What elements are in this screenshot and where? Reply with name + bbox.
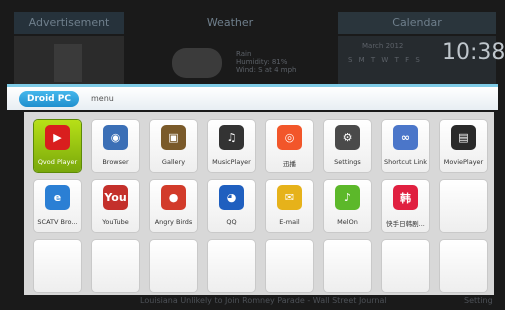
empty-app-slot[interactable] (440, 240, 487, 292)
empty-app-slot[interactable] (34, 240, 81, 292)
cloud-icon (172, 48, 222, 78)
app-label: Settings (334, 158, 361, 166)
app-tile-item-14[interactable]: 韩快手日韩剧... (382, 180, 429, 232)
app-label: Qvod Player (37, 158, 78, 166)
empty-app-slot[interactable] (440, 180, 487, 232)
angry-birds-icon: ● (161, 185, 186, 210)
musicplayer-icon: ♫ (219, 125, 244, 150)
calendar-weekdays: S M T W T F S (348, 56, 422, 64)
menu-label: menu (91, 94, 114, 103)
ad-thumbnail (54, 44, 82, 82)
browser-icon: ◉ (103, 125, 128, 150)
app-grid: ▶ Qvod Player ◉ Browser ▣ Gallery ♫ MusicPlayer… (24, 112, 494, 295)
app-label: SCATV Bro... (37, 218, 78, 226)
gallery-icon: ▣ (161, 125, 186, 150)
empty-app-slot[interactable] (266, 240, 313, 292)
app-tile-shortcut-link[interactable]: ∞ Shortcut Link (382, 120, 429, 172)
empty-app-slot[interactable] (324, 240, 371, 292)
app-label: YouTube (102, 218, 129, 226)
app-tile-settings[interactable]: ⚙ Settings (324, 120, 371, 172)
app-tile-youtube[interactable]: You YouTube (92, 180, 139, 232)
app-label: QQ (226, 218, 237, 226)
app-tile-angry-birds[interactable]: ● Angry Birds (150, 180, 197, 232)
e-mail-icon: ✉ (277, 185, 302, 210)
app-label: Browser (102, 158, 129, 166)
empty-app-slot[interactable] (382, 240, 429, 292)
app-tile-movieplayer[interactable]: ▤ MoviePlayer (440, 120, 487, 172)
app-icon: ◎ (277, 125, 302, 150)
droid-pc-button[interactable]: Droid PC (19, 91, 79, 107)
qvod-player-icon: ▶ (45, 125, 70, 150)
app-label: MoviePlayer (443, 158, 484, 166)
app-label: E-mail (279, 218, 300, 226)
app-tile-musicplayer[interactable]: ♫ MusicPlayer (208, 120, 255, 172)
app-tile-e-mail[interactable]: ✉ E-mail (266, 180, 313, 232)
weather-widget-title: Weather (206, 16, 254, 29)
qq-icon: ◕ (219, 185, 244, 210)
shortcut-link-icon: ∞ (393, 125, 418, 150)
advertisement-widget-title: Advertisement (14, 12, 124, 34)
app-label: MusicPlayer (212, 158, 251, 166)
clock: 10:38 (442, 40, 505, 65)
app-label: Angry Birds (154, 218, 193, 226)
app-label: MelOn (337, 218, 358, 226)
calendar-month: March 2012 (362, 42, 404, 50)
app-tile-qq[interactable]: ◕ QQ (208, 180, 255, 232)
menu-header: Droid PC menu (7, 84, 498, 110)
app-label: 快手日韩剧... (386, 220, 425, 228)
app-tile-browser[interactable]: ◉ Browser (92, 120, 139, 172)
app-label: 迅播 (283, 160, 296, 168)
app-tile-scatv-bro[interactable]: e SCATV Bro... (34, 180, 81, 232)
app-icon: 韩 (393, 185, 418, 210)
app-label: Gallery (161, 158, 186, 166)
scatv-bro-icon: e (45, 185, 70, 210)
empty-app-slot[interactable] (150, 240, 197, 292)
empty-app-slot[interactable] (92, 240, 139, 292)
app-tile-item-4[interactable]: ◎ 迅播 (266, 120, 313, 172)
calendar-widget-title: Calendar (338, 12, 496, 34)
weather-line-3: Wind: S at 4 mph (236, 66, 297, 74)
weather-line-2: Humidity: 81% (236, 58, 288, 66)
app-tile-qvod-player[interactable]: ▶ Qvod Player (34, 120, 81, 172)
setting-link: Setting (464, 296, 493, 305)
settings-icon: ⚙ (335, 125, 360, 150)
app-label: Shortcut Link (383, 158, 428, 166)
news-ticker: Louisiana Unlikely to Join Romney Parade… (140, 296, 387, 305)
app-tile-gallery[interactable]: ▣ Gallery (150, 120, 197, 172)
empty-app-slot[interactable] (208, 240, 255, 292)
youtube-icon: You (103, 185, 128, 210)
melon-icon: ♪ (335, 185, 360, 210)
app-tile-melon[interactable]: ♪ MelOn (324, 180, 371, 232)
movieplayer-icon: ▤ (451, 125, 476, 150)
weather-line-1: Rain (236, 50, 252, 58)
